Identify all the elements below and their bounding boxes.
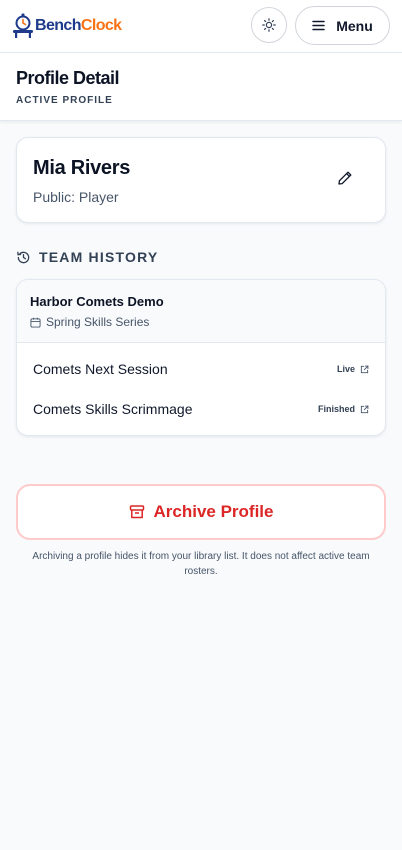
archive-note: Archiving a profile hides it from your l…	[32, 551, 370, 577]
sun-icon	[262, 18, 276, 32]
external-link-icon	[360, 365, 369, 373]
external-link-icon	[360, 405, 369, 413]
edit-profile-button[interactable]	[335, 168, 355, 188]
session-row[interactable]: Comets Next Session Live	[17, 349, 385, 389]
team-series-label: Spring Skills Series	[46, 315, 150, 329]
theme-toggle-button[interactable]	[251, 7, 287, 43]
pencil-icon	[338, 171, 352, 185]
session-status: Finished	[318, 404, 369, 414]
session-status: Live	[337, 364, 369, 374]
session-status-label: Live	[336, 364, 355, 374]
logo-text-clock: Clock	[80, 17, 122, 34]
hamburger-icon	[312, 20, 325, 31]
archive-profile-button[interactable]: Archive Profile	[16, 484, 386, 540]
team-name: Harbor Comets Demo	[30, 294, 164, 309]
session-name: Comets Skills Scrimmage	[33, 401, 193, 417]
page-subtitle: ACTIVE PROFILE	[16, 95, 113, 106]
top-bar: BenchClock Menu	[0, 0, 402, 53]
menu-button-label: Menu	[336, 17, 373, 34]
app-logo[interactable]: BenchClock	[12, 13, 122, 39]
session-status-label: Finished	[317, 404, 355, 414]
team-card-header[interactable]: Harbor Comets Demo Spring Skills Series	[17, 280, 385, 343]
calendar-icon	[30, 317, 41, 328]
archive-icon	[129, 505, 144, 519]
menu-button[interactable]: Menu	[295, 6, 390, 45]
logo-text: BenchClock	[35, 17, 122, 35]
team-series: Spring Skills Series	[30, 315, 149, 329]
profile-card: Mia Rivers Public: Player	[16, 137, 386, 223]
profile-role: Public: Player	[33, 189, 119, 205]
profile-name: Mia Rivers	[33, 157, 131, 179]
archive-profile-label: Archive Profile	[153, 502, 274, 521]
history-icon	[17, 251, 30, 263]
team-history-heading: TEAM HISTORY	[16, 249, 158, 265]
team-history-label: TEAM HISTORY	[39, 249, 159, 265]
logo-text-bench: Bench	[35, 17, 82, 34]
session-row[interactable]: Comets Skills Scrimmage Finished	[17, 389, 385, 429]
bench-clock-logo-icon	[13, 13, 33, 38]
team-card: Harbor Comets Demo Spring Skills Series …	[16, 279, 386, 436]
session-name: Comets Next Session	[33, 361, 168, 377]
page-header: Profile Detail ACTIVE PROFILE	[0, 53, 402, 121]
page-title: Profile Detail	[16, 68, 120, 88]
